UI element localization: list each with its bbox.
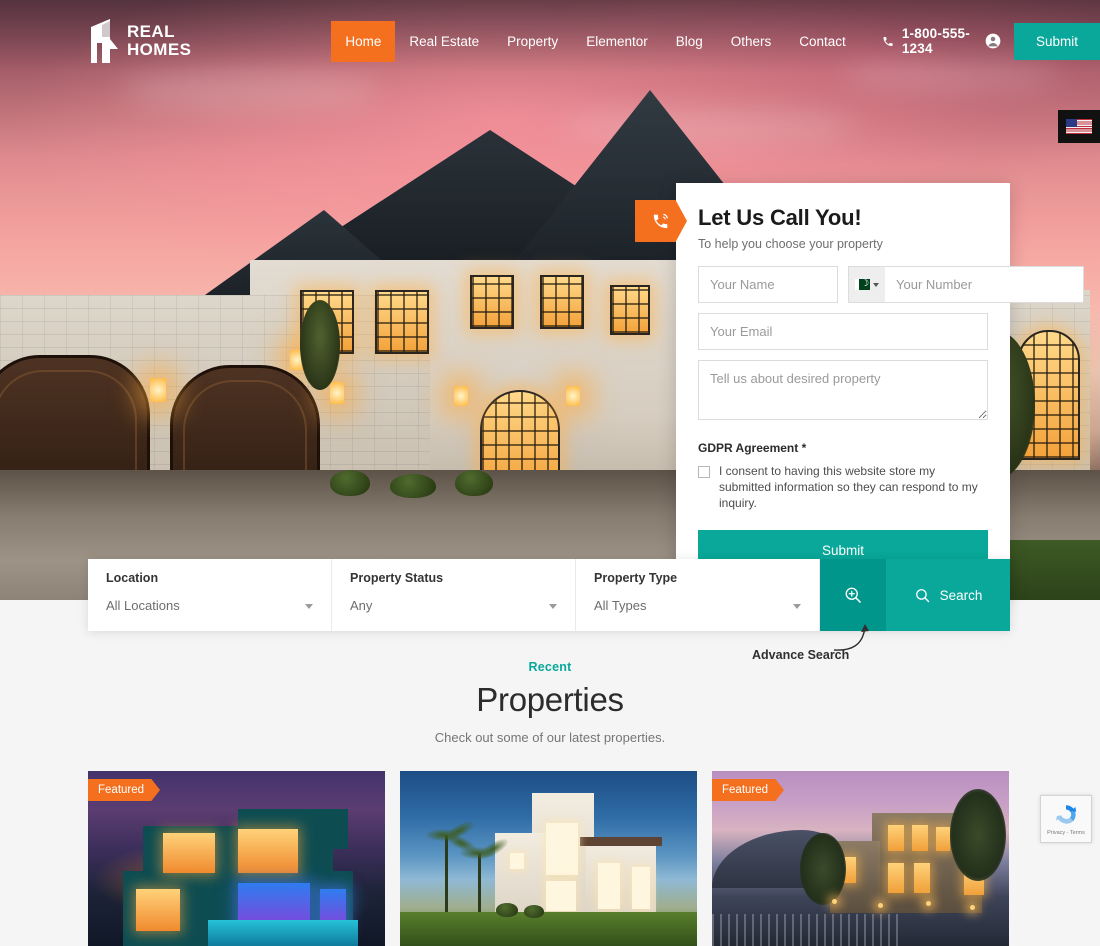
property-card[interactable]: Featured [88,771,385,946]
nav-item-property[interactable]: Property [493,21,572,62]
gdpr-consent-text: I consent to having this website store m… [719,464,978,510]
recaptcha-badge[interactable]: Privacy - Terms [1040,795,1092,843]
phone-ring-tab[interactable] [635,200,687,242]
nav-item-real-estate[interactable]: Real Estate [395,21,493,62]
recent-properties-section: Recent Properties Check out some of our … [0,660,1100,946]
search-field-value: All Types [594,598,647,613]
phone-link[interactable]: 1-800-555-1234 [882,26,972,56]
nav-menu: Home Real Estate Property Elementor Blog… [331,20,860,62]
language-switcher[interactable] [1058,110,1100,143]
property-card[interactable]: Featured [712,771,1009,946]
phone-input-group [848,266,1084,303]
featured-badge: Featured [88,779,161,801]
search-field-value: All Locations [106,598,180,613]
chevron-down-icon [549,604,557,609]
magnifier-plus-icon [845,587,861,603]
email-input[interactable] [698,313,988,350]
property-image [400,771,697,946]
search-field-value: Any [350,598,373,613]
chevron-down-icon [793,604,801,609]
nav-right-group: 1-800-555-1234 Submit [882,22,1100,60]
house-r-logo-icon [91,19,118,63]
country-code-selector[interactable] [849,267,885,302]
chevron-down-icon [305,604,313,609]
advance-search-arrow-icon [833,624,869,651]
chevron-down-icon [873,282,879,287]
us-flag-icon [1066,119,1092,134]
user-account-icon[interactable] [985,30,1001,52]
name-input[interactable] [698,266,838,303]
nav-item-contact[interactable]: Contact [785,21,860,62]
recaptcha-terms: Privacy - Terms [1047,830,1085,836]
callback-title: Let Us Call You! [698,205,862,230]
nav-item-home[interactable]: Home [331,20,396,62]
phone-icon [883,36,893,46]
phone-number: 1-800-555-1234 [901,26,970,56]
featured-badge: Featured [712,779,785,801]
section-eyebrow: Recent [528,660,572,674]
search-field-label: Location [106,571,159,585]
phone-ring-icon [653,213,668,229]
page-title: Properties [476,681,624,718]
pakistan-flag-icon [855,278,870,290]
property-card-list: Featured Featured [0,771,1100,946]
callback-form: Let Us Call You! To help you choose your… [635,183,1084,597]
search-icon [915,588,929,602]
nav-item-blog[interactable]: Blog [662,21,717,62]
search-field-label: Property Status [350,571,444,585]
number-input[interactable] [885,267,1083,302]
nav-item-others[interactable]: Others [717,21,786,62]
section-subtitle: Check out some of our latest properties. [434,730,666,745]
message-textarea[interactable] [698,360,988,420]
gdpr-title: GDPR Agreement * [698,441,807,455]
gdpr-checkbox[interactable] [698,466,710,478]
name-number-row [698,266,1084,303]
nav-item-elementor[interactable]: Elementor [572,21,662,62]
gdpr-consent-row: I consent to having this website store m… [698,464,988,512]
nav-submit-button[interactable]: Submit [1013,22,1100,60]
logo-text: REAL HOMES [127,22,192,59]
search-field-label: Property Type [594,571,678,585]
site-logo[interactable]: REAL HOMES [88,19,191,63]
property-card[interactable] [400,771,697,946]
recaptcha-icon [1055,805,1077,824]
callback-subtitle: To help you choose your property [698,237,883,251]
top-navigation: REAL HOMES Home Real Estate Property Ele… [0,0,1100,82]
search-field-location[interactable]: Location All Locations [88,559,332,631]
search-button-label: Search [939,587,983,603]
search-button[interactable]: Search [886,559,1010,631]
search-field-status[interactable]: Property Status Any [332,559,576,631]
search-field-type[interactable]: Property Type All Types [576,559,820,631]
